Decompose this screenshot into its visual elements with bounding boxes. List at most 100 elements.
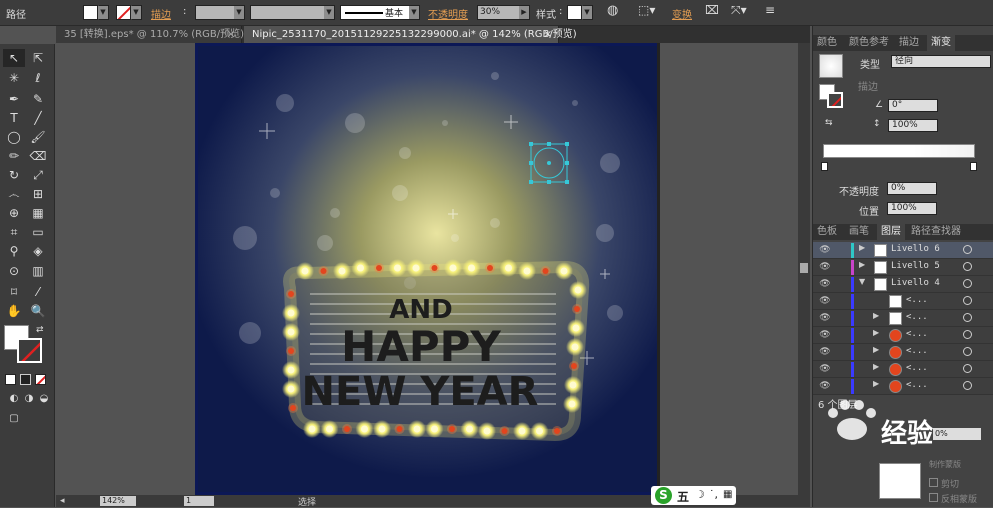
panel-menu-icon[interactable]: ≡ [765, 3, 775, 17]
zoom-tool-icon[interactable]: 🔍 [27, 302, 49, 320]
type-tool-icon[interactable]: T [3, 109, 25, 127]
target-circle-icon[interactable] [963, 381, 972, 390]
gradient-tool-icon[interactable]: ▭ [27, 223, 49, 241]
free-transform-tool-icon[interactable]: ⊞ [27, 185, 49, 203]
stroke-color-box[interactable] [17, 338, 42, 363]
draw-inside-icon[interactable]: ◒ [33, 390, 55, 408]
document-tab-1[interactable]: 35 [转换].eps* @ 110.7% (RGB/预览) × [56, 26, 244, 43]
swap-colors-icon[interactable]: ⇄ [36, 325, 44, 335]
document-tab-2[interactable]: Nipic_2531170_20151129225132299000.ai* @… [244, 26, 577, 43]
gradient-ratio-input[interactable]: 100% [888, 119, 938, 132]
artboard-tool-icon[interactable]: ⌑ [3, 283, 25, 301]
target-circle-icon[interactable] [963, 364, 972, 373]
sublayer-row[interactable]: 👁 ▶ <... [813, 344, 993, 361]
eraser-tool-icon[interactable]: ⌫ [27, 147, 49, 165]
graphic-style-swatch[interactable] [567, 5, 582, 20]
curvature-tool-icon[interactable]: ✎ [27, 90, 49, 108]
collapse-icon[interactable]: ▼ [859, 277, 865, 286]
stroke-swatch[interactable] [116, 5, 131, 20]
target-circle-icon[interactable] [963, 245, 972, 254]
pen-tool-icon[interactable]: ✒ [3, 90, 25, 108]
target-circle-icon[interactable] [963, 279, 972, 288]
column-graph-tool-icon[interactable]: ▥ [27, 262, 49, 280]
slice-tool-icon[interactable]: ⁄ [27, 283, 49, 301]
variable-width-dropdown[interactable]: ▼ [250, 5, 335, 20]
sublayer-row[interactable]: 👁 ▶ <... [813, 310, 993, 327]
layer-row[interactable]: 👁 ▶ Livello 5 [813, 259, 993, 276]
tab-swatches[interactable]: 色板 [813, 224, 841, 240]
lasso-tool-icon[interactable]: ℓ [27, 69, 49, 87]
visibility-eye-icon[interactable]: 👁 [818, 262, 832, 272]
gradient-stroke-box[interactable] [827, 92, 843, 108]
transform-link[interactable]: 变换 [672, 6, 692, 21]
zoom-stepper-icon[interactable]: ◂ [60, 496, 65, 506]
selection-tool-icon[interactable]: ↖ [3, 49, 25, 67]
gradient-stop-right[interactable] [970, 162, 977, 171]
mesh-tool-icon[interactable]: ⌗ [3, 223, 25, 241]
opacity-input[interactable]: 30% ▶ [477, 5, 530, 20]
tab-color-guide[interactable]: 颜色参考 [845, 35, 893, 51]
make-mask-button[interactable]: 制作蒙版 [929, 459, 989, 469]
isolate-icon[interactable]: ⤧▾ [731, 3, 747, 18]
transparency-opacity-input[interactable]: 0% [933, 428, 981, 440]
stop-location-input[interactable]: 100% [887, 202, 937, 215]
visibility-eye-icon[interactable]: 👁 [818, 245, 832, 255]
opacity-label[interactable]: 不透明度 [428, 6, 468, 21]
sublayer-row[interactable]: 👁 ▶ <... [813, 327, 993, 344]
style-dropdown[interactable]: ▼ [582, 5, 593, 20]
scroll-thumb[interactable] [800, 263, 808, 273]
stop-opacity-input[interactable]: 0% [887, 182, 937, 195]
direct-selection-tool-icon[interactable]: ⇱ [27, 49, 49, 67]
target-circle-icon[interactable] [963, 313, 972, 322]
artboard-number-field[interactable]: 1 [184, 496, 214, 506]
stroke-weight-label[interactable]: 描边 [151, 6, 171, 21]
scale-tool-icon[interactable]: ⤢ [27, 166, 49, 184]
invert-mask-checkbox[interactable] [929, 493, 938, 502]
mask-thumbnail[interactable] [879, 463, 921, 499]
layer-row[interactable]: 👁 ▶ Livello 6 [813, 242, 993, 259]
sublayer-row[interactable]: 👁 ▶ <... [813, 378, 993, 395]
transform-icon[interactable]: ⌧ [705, 3, 719, 17]
warp-tool-icon[interactable]: ෴ [3, 185, 25, 203]
visibility-eye-icon[interactable]: 👁 [818, 347, 832, 357]
close-tab-icon[interactable]: × [227, 26, 235, 43]
target-circle-icon[interactable] [963, 330, 972, 339]
tab-brushes[interactable]: 画笔 [845, 224, 873, 240]
tab-stroke[interactable]: 描边 [895, 35, 923, 51]
expand-icon[interactable]: ▶ [873, 328, 879, 337]
expand-icon[interactable]: ▶ [859, 260, 865, 269]
gradient-mode-button[interactable] [20, 374, 31, 385]
artboard[interactable]: AND HAPPY NEW YEAR [195, 43, 660, 495]
visibility-eye-icon[interactable]: 👁 [818, 330, 832, 340]
sublayer-row[interactable]: 👁 ▶ <... [813, 361, 993, 378]
magic-wand-tool-icon[interactable]: ✳ [3, 69, 25, 87]
perspective-grid-tool-icon[interactable]: ▦ [27, 204, 49, 222]
stroke-dropdown[interactable]: ▼ [131, 5, 142, 20]
target-circle-icon[interactable] [963, 296, 972, 305]
brush-profile-dropdown[interactable]: 基本 ▼ [340, 5, 420, 20]
vertical-scrollbar[interactable] [798, 43, 810, 495]
tab-layers[interactable]: 图层 [877, 224, 905, 240]
visibility-eye-icon[interactable]: 👁 [818, 381, 832, 391]
align-icon[interactable]: ⬚▾ [638, 3, 655, 17]
eyedropper-tool-icon[interactable]: ⚲ [3, 242, 25, 260]
gradient-stop-left[interactable] [821, 162, 828, 171]
sublayer-row[interactable]: 👁 <... [813, 293, 993, 310]
clip-checkbox[interactable] [929, 478, 938, 487]
target-circle-icon[interactable] [963, 262, 972, 271]
gradient-slider[interactable] [823, 144, 975, 158]
fill-dropdown[interactable]: ▼ [98, 5, 109, 20]
shape-builder-tool-icon[interactable]: ⊕ [3, 204, 25, 222]
visibility-eye-icon[interactable]: 👁 [818, 296, 832, 306]
pencil-tool-icon[interactable]: ✏ [3, 147, 25, 165]
expand-icon[interactable]: ▶ [873, 362, 879, 371]
expand-icon[interactable]: ▶ [859, 243, 865, 252]
screen-mode-icon[interactable]: ▢ [3, 410, 25, 428]
zoom-field[interactable]: 142% [100, 496, 136, 506]
ime-toolbar[interactable]: S 五 ☽ ˙, ▦ [651, 486, 736, 505]
line-tool-icon[interactable]: ╱ [27, 109, 49, 127]
gradient-type-select[interactable]: 径向 [891, 55, 991, 68]
canvas-area[interactable]: AND HAPPY NEW YEAR [56, 43, 810, 495]
recolor-icon[interactable]: ◍ [607, 3, 618, 18]
layer-row[interactable]: 👁 ▼ Livello 4 [813, 276, 993, 293]
